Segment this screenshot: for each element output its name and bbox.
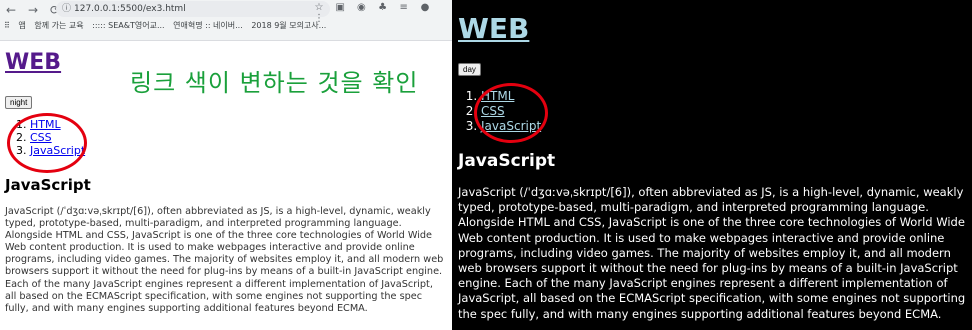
page-title: WEB: [5, 50, 61, 75]
article-body: JavaScript (/ˈdʒɑːvəˌskrɪpt/[6]), often …: [5, 206, 444, 314]
section-title: JavaScript: [5, 176, 91, 194]
bookmark-item[interactable]: 연애혁명 :: 네이버...: [173, 20, 243, 31]
star-icon[interactable]: ☆: [310, 2, 328, 13]
extensions-icon[interactable]: ≡: [395, 2, 413, 13]
web-home-link[interactable]: WEB: [458, 12, 529, 45]
extensions-icon[interactable]: ♣: [374, 2, 392, 13]
section-title: JavaScript: [458, 151, 556, 171]
forward-arrow-icon[interactable]: →: [26, 3, 40, 17]
address-bar[interactable]: ⓘ 127.0.0.1:5500/ex3.html: [56, 1, 330, 17]
chrome-divider: [0, 40, 452, 41]
bookmarks-bar: ⠿ 앱 함께 가는 교육 ::::: SEA&T영어교... 연애혁명 :: 네…: [4, 20, 332, 38]
nav-buttons: ← → ⟳: [4, 3, 62, 17]
article-body: JavaScript (/ˈdʒɑːvəˌskrɪpt/[6]), often …: [458, 185, 966, 321]
annotation-text: 링크 색이 변하는 것을 확인: [130, 69, 419, 97]
highlight-circle: [474, 83, 548, 143]
profile-icon[interactable]: ●: [416, 2, 434, 13]
light-mode-screenshot: ← → ⟳ ⓘ 127.0.0.1:5500/ex3.html ☆ ▣ ◉ ♣ …: [0, 0, 452, 330]
bookmark-item[interactable]: ::::: SEA&T영어교...: [92, 20, 164, 31]
bookmark-item[interactable]: 함께 가는 교육: [34, 20, 83, 31]
web-home-link[interactable]: WEB: [5, 50, 61, 75]
dark-mode-screenshot: WEB day HTML CSS JavaScript JavaScript J…: [452, 0, 972, 330]
browser-chrome: ← → ⟳ ⓘ 127.0.0.1:5500/ex3.html ☆ ▣ ◉ ♣ …: [0, 0, 452, 40]
info-icon[interactable]: ⓘ: [62, 1, 71, 17]
extensions-icon[interactable]: ◉: [352, 2, 370, 13]
highlight-circle: [7, 113, 87, 173]
back-arrow-icon[interactable]: ←: [4, 3, 18, 17]
page-title: WEB: [458, 12, 529, 45]
extensions-icon[interactable]: ▣: [331, 2, 349, 13]
url-text: 127.0.0.1:5500/ex3.html: [74, 4, 186, 14]
bookmark-item[interactable]: 2018 9월 모의고사...: [251, 20, 326, 31]
night-mode-button[interactable]: night: [5, 96, 33, 109]
day-mode-button[interactable]: day: [458, 63, 481, 76]
apps-icon[interactable]: ⠿: [4, 21, 10, 30]
bookmark-item[interactable]: 앱: [18, 20, 25, 31]
